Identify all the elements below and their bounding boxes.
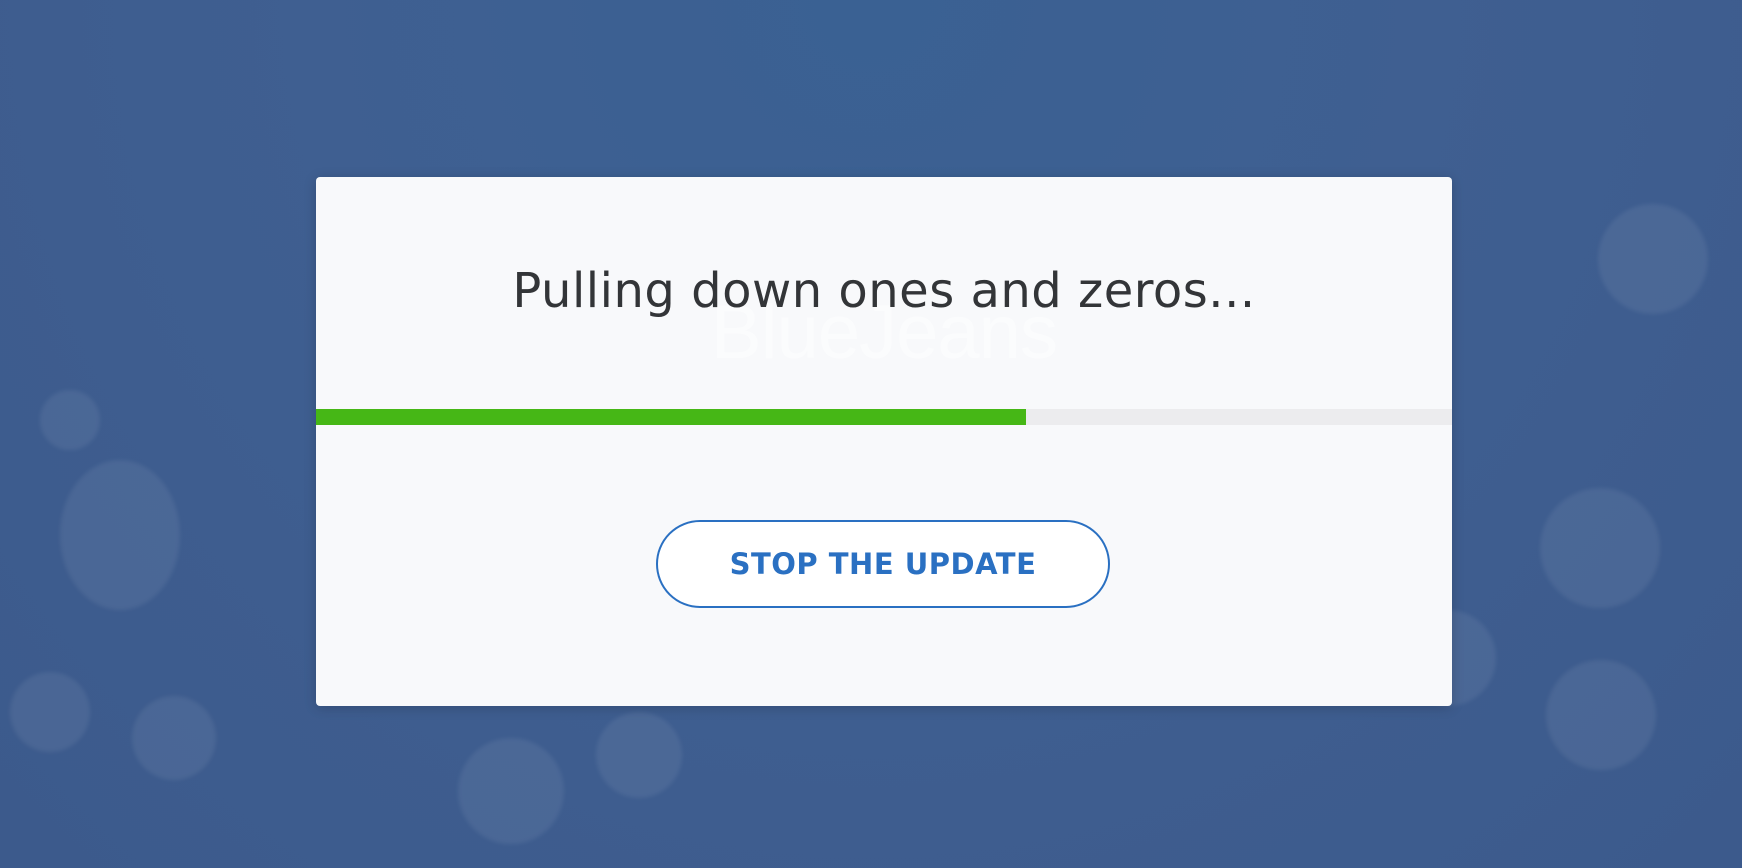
bokeh-circle bbox=[10, 672, 90, 752]
update-status-title: Pulling down ones and zeros... bbox=[512, 263, 1256, 319]
bokeh-circle bbox=[60, 460, 180, 610]
bokeh-circle bbox=[1540, 488, 1660, 608]
update-dialog: BlueJeans Pulling down ones and zeros...… bbox=[316, 177, 1452, 706]
update-screen: BlueJeans Pulling down ones and zeros...… bbox=[0, 0, 1742, 868]
bokeh-circle bbox=[132, 696, 216, 780]
progress-bar bbox=[316, 409, 1452, 425]
stop-update-button[interactable]: STOP THE UPDATE bbox=[656, 520, 1110, 608]
progress-bar-fill bbox=[316, 409, 1026, 425]
bokeh-circle bbox=[1598, 204, 1708, 314]
bokeh-circle bbox=[1546, 660, 1656, 770]
bokeh-circle bbox=[40, 390, 100, 450]
bokeh-circle bbox=[596, 712, 682, 798]
bokeh-circle bbox=[458, 738, 564, 844]
